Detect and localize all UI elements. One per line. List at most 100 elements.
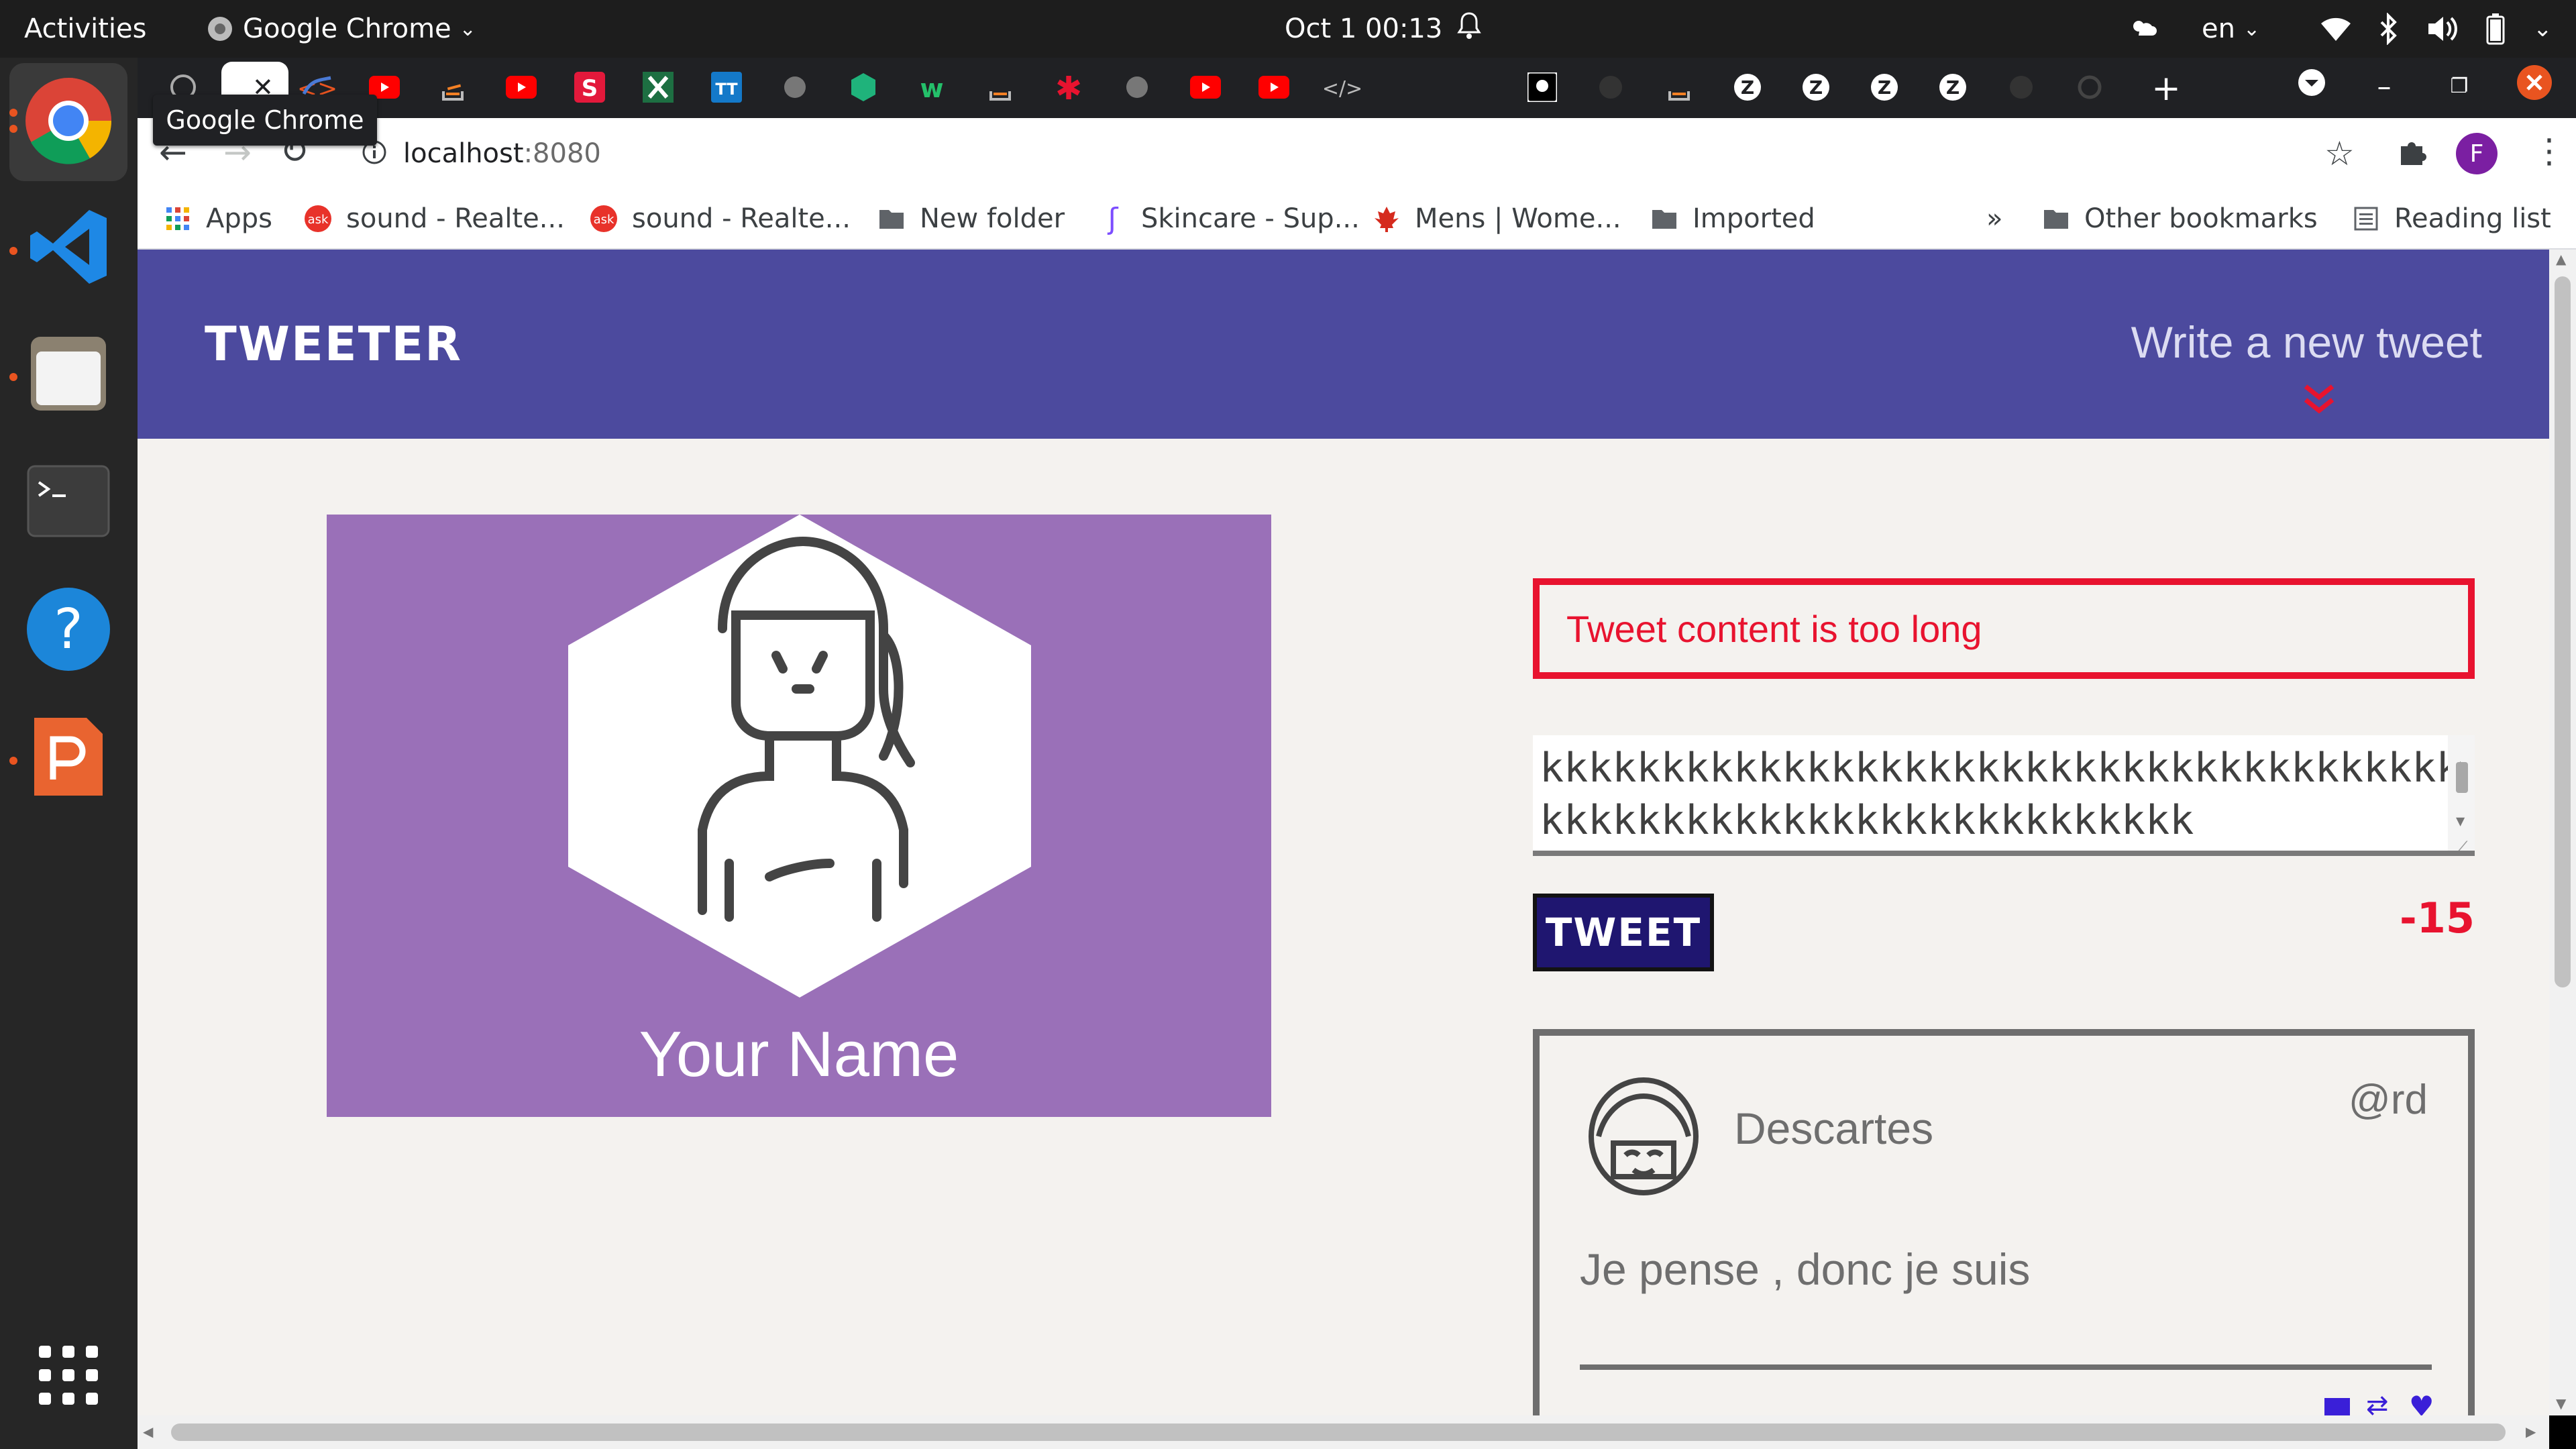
clock[interactable]: Oct 1 00:13	[1285, 0, 1483, 58]
system-menu-chevron-icon[interactable]: ⌄	[2533, 0, 2553, 58]
dock-help[interactable]: ?	[9, 572, 127, 690]
bookmark-skincare[interactable]: ʃ Skincare - Sup...	[1098, 189, 1360, 248]
svg-text:S: S	[582, 75, 598, 102]
tab-13[interactable]	[981, 70, 1019, 107]
vertical-scroll-thumb[interactable]	[2555, 276, 2571, 987]
url-port: :8080	[523, 138, 601, 169]
horizontal-scroll-thumb[interactable]	[171, 1424, 2506, 1441]
other-bookmarks[interactable]: Other bookmarks	[2041, 189, 2318, 248]
bookmark-apps[interactable]: Apps	[163, 189, 272, 248]
retweet-icon[interactable]: ⇄	[2366, 1390, 2389, 1415]
volume-icon[interactable]	[2426, 0, 2459, 58]
tweet-button[interactable]: TWEET	[1533, 894, 1714, 971]
z-icon: Z	[1870, 72, 1899, 105]
apps-grid-icon	[163, 204, 193, 233]
brand-logo[interactable]: TWEETER	[205, 317, 462, 372]
kebab-menu-icon[interactable]: ⋮	[2532, 131, 2566, 170]
weather-icon[interactable]	[2128, 0, 2157, 58]
tab-20[interactable]	[1592, 70, 1629, 107]
tab-search-button[interactable]	[2290, 64, 2333, 107]
app-menu[interactable]: Google Chrome ⌄	[207, 0, 476, 58]
bookmark-sound-1[interactable]: ask sound - Realte...	[303, 189, 565, 248]
dock-vscode[interactable]	[9, 189, 127, 307]
ask-icon: ask	[589, 204, 619, 233]
tab-23[interactable]: Z	[1797, 70, 1835, 107]
close-window-button[interactable]	[2513, 64, 2556, 107]
bookmark-imported[interactable]: Imported	[1650, 189, 1815, 248]
tab-15[interactable]	[1118, 70, 1156, 107]
tab-21[interactable]	[1660, 70, 1698, 107]
wifi-icon[interactable]	[2320, 0, 2352, 58]
scroll-right-arrow-icon[interactable]: ▶	[2526, 1424, 2536, 1440]
page-vertical-scrollbar[interactable]: ▲ ▼	[2549, 250, 2576, 1415]
tab-7[interactable]: S	[571, 70, 608, 107]
tab-10[interactable]	[776, 70, 814, 107]
page-horizontal-scrollbar[interactable]: ◀ ▶	[138, 1415, 2549, 1449]
globe-icon	[1124, 74, 1150, 103]
new-tab-button[interactable]: +	[2147, 68, 2185, 109]
presentation-icon	[30, 715, 107, 801]
show-applications-button[interactable]	[9, 1318, 127, 1436]
github-icon	[2008, 74, 2035, 103]
keyboard-layout-menu[interactable]: en ⌄	[2202, 0, 2260, 58]
extensions-icon[interactable]	[2397, 137, 2426, 169]
bluetooth-icon[interactable]	[2379, 0, 2399, 58]
tab-8[interactable]	[639, 70, 677, 107]
tab-22[interactable]: Z	[1729, 70, 1766, 107]
dock-terminal[interactable]	[9, 444, 127, 562]
scroll-down-arrow-icon[interactable]: ▼	[2556, 1395, 2566, 1411]
tab-25[interactable]: Z	[1934, 70, 1972, 107]
activities-button[interactable]: Activities	[24, 0, 146, 58]
tab-18[interactable]: </>	[1322, 70, 1362, 107]
tab-24[interactable]: Z	[1866, 70, 1903, 107]
profile-name: Your Name	[639, 1018, 959, 1090]
bookmark-new-folder[interactable]: New folder	[877, 189, 1065, 248]
dock-impress[interactable]	[9, 699, 127, 817]
dark-site-icon	[1526, 71, 1558, 105]
write-new-tweet-link[interactable]: Write a new tweet	[2131, 317, 2482, 368]
bookmark-star-icon[interactable]: ☆	[2324, 134, 2355, 173]
battery-icon[interactable]	[2483, 0, 2508, 58]
double-chevron-down-icon[interactable]	[2299, 382, 2339, 416]
tab-5[interactable]	[434, 70, 472, 107]
youtube-icon	[1190, 76, 1221, 101]
tweet-textarea[interactable]: kkkkkkkkkkkkkkkkkkkkkkkkkkkkkkkkkkkkkk kk…	[1533, 735, 2475, 856]
w-icon: w	[920, 74, 944, 103]
restore-button[interactable]: ❐	[2438, 64, 2481, 107]
tab-6[interactable]	[502, 70, 540, 107]
tweet-divider	[1580, 1364, 2432, 1370]
scroll-left-arrow-icon[interactable]: ◀	[143, 1424, 153, 1440]
tab-17[interactable]	[1255, 70, 1293, 107]
tab-27[interactable]	[2071, 70, 2108, 107]
bookmark-sound-2[interactable]: ask sound - Realte...	[589, 189, 851, 248]
textarea-line: kkkkkkkkkkkkkkkkkkkkkkkkkkk	[1540, 797, 2194, 844]
app-name-label: Google Chrome	[243, 13, 451, 44]
dock-files[interactable]	[9, 315, 127, 433]
dock-chrome[interactable]	[9, 63, 127, 181]
tab-16[interactable]	[1187, 70, 1224, 107]
tab-14[interactable]: ✱	[1050, 70, 1087, 107]
scroll-up-arrow-icon[interactable]: ▲	[2556, 251, 2566, 267]
heart-icon[interactable]: ♥	[2409, 1390, 2434, 1415]
textarea-scroll-thumb[interactable]	[2456, 762, 2468, 793]
tab-26[interactable]	[2002, 70, 2040, 107]
tab-11[interactable]	[845, 70, 882, 107]
textarea-scrollbar[interactable]: ▲ ▼ ⟋	[2448, 735, 2475, 851]
restore-icon: ❐	[2450, 74, 2469, 98]
reading-list[interactable]: Reading list	[2351, 189, 2551, 248]
skincare-icon: ʃ	[1108, 201, 1118, 236]
flag-icon[interactable]	[2324, 1398, 2350, 1415]
profile-avatar[interactable]: F	[2456, 133, 2498, 174]
minimize-button[interactable]: –	[2363, 64, 2406, 107]
web-page: TWEETER Write a new tweet Your Name Twee…	[138, 250, 2549, 1415]
stackoverflow-icon	[1666, 72, 1693, 105]
tab-12[interactable]: w	[913, 70, 951, 107]
address-bar[interactable]: localhost:8080	[350, 126, 2469, 181]
asterisk-icon: ✱	[1055, 70, 1083, 107]
tab-9[interactable]: TT	[708, 70, 745, 107]
bookmarks-overflow-button[interactable]: »	[1986, 189, 2002, 248]
bookmark-mens-womens[interactable]: Mens | Wome...	[1372, 189, 1621, 248]
resize-handle-icon[interactable]: ⟋	[2455, 822, 2468, 851]
help-icon: ?	[25, 586, 111, 675]
tab-19[interactable]	[1523, 70, 1561, 107]
